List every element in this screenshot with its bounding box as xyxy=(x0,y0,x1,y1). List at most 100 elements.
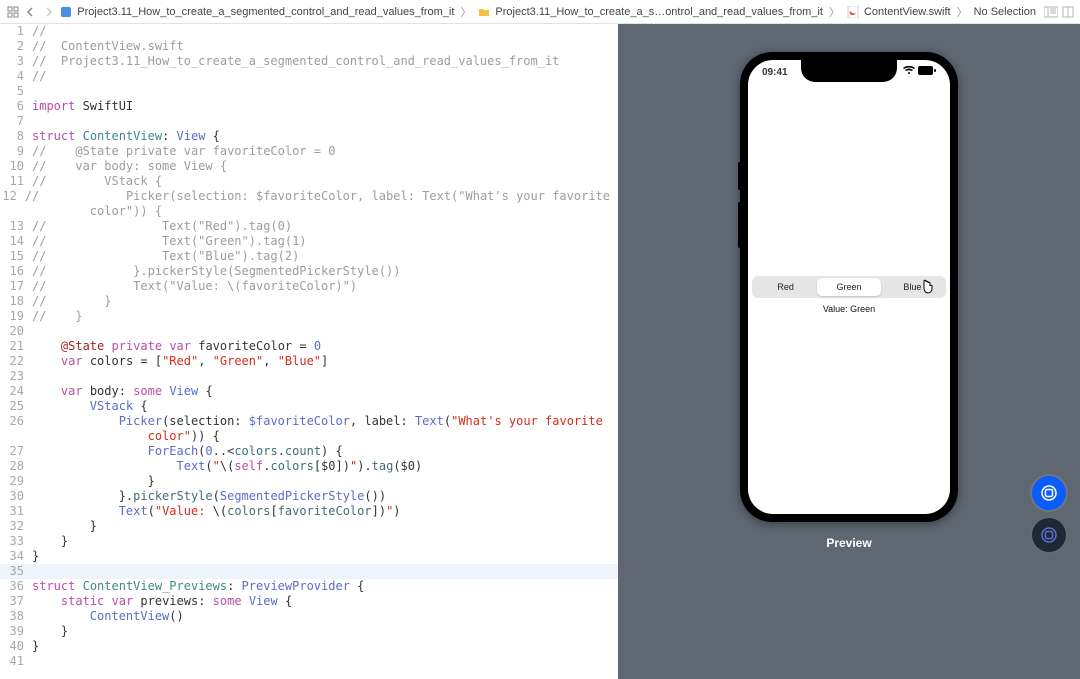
device-notch xyxy=(801,60,897,82)
code-line[interactable]: 38 ContentView() xyxy=(0,609,618,624)
code-line[interactable]: 20 xyxy=(0,324,618,339)
code-line[interactable]: 29 } xyxy=(0,474,618,489)
code-editor[interactable]: 1//2// ContentView.swift3// Project3.11_… xyxy=(0,24,618,679)
crumb-selection[interactable]: No Selection xyxy=(974,6,1036,18)
line-number: 4 xyxy=(0,69,32,84)
code-line[interactable]: 14// Text("Green").tag(1) xyxy=(0,234,618,249)
code-line[interactable]: 40} xyxy=(0,639,618,654)
code-line[interactable]: 5 xyxy=(0,84,618,99)
chevron-right-icon: 〉 xyxy=(458,4,473,20)
code-line[interactable]: 25 VStack { xyxy=(0,399,618,414)
code-text xyxy=(32,564,618,579)
code-line[interactable]: 28 Text("\(self.colors[$0])").tag($0) xyxy=(0,459,618,474)
code-line[interactable]: 4// xyxy=(0,69,618,84)
code-text: } xyxy=(32,534,618,549)
code-line[interactable]: 19// } xyxy=(0,309,618,324)
code-line[interactable]: 1// xyxy=(0,24,618,39)
line-number: 8 xyxy=(0,129,32,144)
code-line[interactable]: 15// Text("Blue").tag(2) xyxy=(0,249,618,264)
line-number: 6 xyxy=(0,99,32,114)
code-text: Text("Value: \(colors[favoriteColor])") xyxy=(32,504,618,519)
device-frame: 09:41 RedGreenBlue Value: Green xyxy=(740,52,958,522)
code-line[interactable]: 24 var body: some View { xyxy=(0,384,618,399)
code-line[interactable]: 12// Picker(selection: $favoriteColor, l… xyxy=(0,189,618,204)
code-line[interactable]: color")) { xyxy=(0,429,618,444)
line-number: 40 xyxy=(0,639,32,654)
code-line[interactable]: 6import SwiftUI xyxy=(0,99,618,114)
code-text xyxy=(32,654,618,669)
line-number: 20 xyxy=(0,324,32,339)
code-line[interactable]: 18// } xyxy=(0,294,618,309)
code-line[interactable]: 16// }.pickerStyle(SegmentedPickerStyle(… xyxy=(0,264,618,279)
code-text: // @State private var favoriteColor = 0 xyxy=(32,144,618,159)
preview-on-device-button[interactable] xyxy=(1032,518,1066,552)
code-line[interactable]: 2// ContentView.swift xyxy=(0,39,618,54)
code-line[interactable]: 8struct ContentView: View { xyxy=(0,129,618,144)
code-line[interactable]: 35 xyxy=(0,564,618,579)
line-number: 29 xyxy=(0,474,32,489)
code-line[interactable]: 7 xyxy=(0,114,618,129)
assistant-split-icon[interactable] xyxy=(1044,5,1058,19)
code-line[interactable]: 10// var body: some View { xyxy=(0,159,618,174)
code-text: // ContentView.swift xyxy=(32,39,618,54)
code-text: Picker(selection: $favoriteColor, label:… xyxy=(32,414,618,429)
line-number: 21 xyxy=(0,339,32,354)
line-number xyxy=(0,204,32,219)
line-number: 38 xyxy=(0,609,32,624)
code-line[interactable]: 32 } xyxy=(0,519,618,534)
code-line[interactable]: 9// @State private var favoriteColor = 0 xyxy=(0,144,618,159)
code-text: // }.pickerStyle(SegmentedPickerStyle()) xyxy=(32,264,618,279)
line-number: 13 xyxy=(0,219,32,234)
code-line[interactable]: 22 var colors = ["Red", "Green", "Blue"] xyxy=(0,354,618,369)
nav-back-icon[interactable] xyxy=(24,4,38,20)
code-line[interactable]: color")) { xyxy=(0,204,618,219)
crumb-file[interactable]: ContentView.swift xyxy=(846,5,951,19)
line-number: 11 xyxy=(0,174,32,189)
segmented-control[interactable]: RedGreenBlue xyxy=(752,276,946,298)
code-line[interactable]: 27 ForEach(0..<colors.count) { xyxy=(0,444,618,459)
nav-forward-icon[interactable] xyxy=(42,4,56,20)
preview-live-button[interactable] xyxy=(1032,476,1066,510)
code-text: struct ContentView_Previews: PreviewProv… xyxy=(32,579,618,594)
code-text: var colors = ["Red", "Green", "Blue"] xyxy=(32,354,618,369)
crumb-project[interactable]: Project3.11_How_to_create_a_segmented_co… xyxy=(59,5,454,19)
segment-red[interactable]: Red xyxy=(754,278,817,296)
line-number: 2 xyxy=(0,39,32,54)
preview-canvas: 09:41 RedGreenBlue Value: Green xyxy=(618,24,1080,679)
code-line[interactable]: 17// Text("Value: \(favoriteColor)") xyxy=(0,279,618,294)
line-number: 23 xyxy=(0,369,32,384)
code-line[interactable]: 30 }.pickerStyle(SegmentedPickerStyle()) xyxy=(0,489,618,504)
code-line[interactable]: 26 Picker(selection: $favoriteColor, lab… xyxy=(0,414,618,429)
code-line[interactable]: 23 xyxy=(0,369,618,384)
code-text: color")) { xyxy=(32,204,618,219)
segment-green[interactable]: Green xyxy=(817,278,880,296)
code-text: // VStack { xyxy=(32,174,618,189)
code-text xyxy=(32,369,618,384)
line-number: 27 xyxy=(0,444,32,459)
code-line[interactable]: 34} xyxy=(0,549,618,564)
code-line[interactable]: 41 xyxy=(0,654,618,669)
crumb-folder[interactable]: Project3.11_How_to_create_a_s…ontrol_and… xyxy=(477,5,823,19)
code-line[interactable]: 36struct ContentView_Previews: PreviewPr… xyxy=(0,579,618,594)
line-number: 3 xyxy=(0,54,32,69)
code-line[interactable]: 21 @State private var favoriteColor = 0 xyxy=(0,339,618,354)
code-text: static var previews: some View { xyxy=(32,594,618,609)
code-line[interactable]: 39 } xyxy=(0,624,618,639)
code-line[interactable]: 33 } xyxy=(0,534,618,549)
code-text: // xyxy=(32,24,618,39)
code-line[interactable]: 3// Project3.11_How_to_create_a_segmente… xyxy=(0,54,618,69)
related-items-icon[interactable] xyxy=(6,4,20,20)
code-line[interactable]: 37 static var previews: some View { xyxy=(0,594,618,609)
code-line[interactable]: 11// VStack { xyxy=(0,174,618,189)
code-line[interactable]: 31 Text("Value: \(colors[favoriteColor])… xyxy=(0,504,618,519)
add-editor-icon[interactable] xyxy=(1062,5,1074,19)
code-line[interactable]: 13// Text("Red").tag(0) xyxy=(0,219,618,234)
device-screen: 09:41 RedGreenBlue Value: Green xyxy=(748,60,950,514)
line-number: 31 xyxy=(0,504,32,519)
code-text: // Text("Blue").tag(2) xyxy=(32,249,618,264)
wifi-icon xyxy=(903,66,915,78)
line-number xyxy=(0,429,32,444)
code-text: } xyxy=(32,624,618,639)
cursor-pointer-icon xyxy=(918,278,936,296)
line-number: 5 xyxy=(0,84,32,99)
